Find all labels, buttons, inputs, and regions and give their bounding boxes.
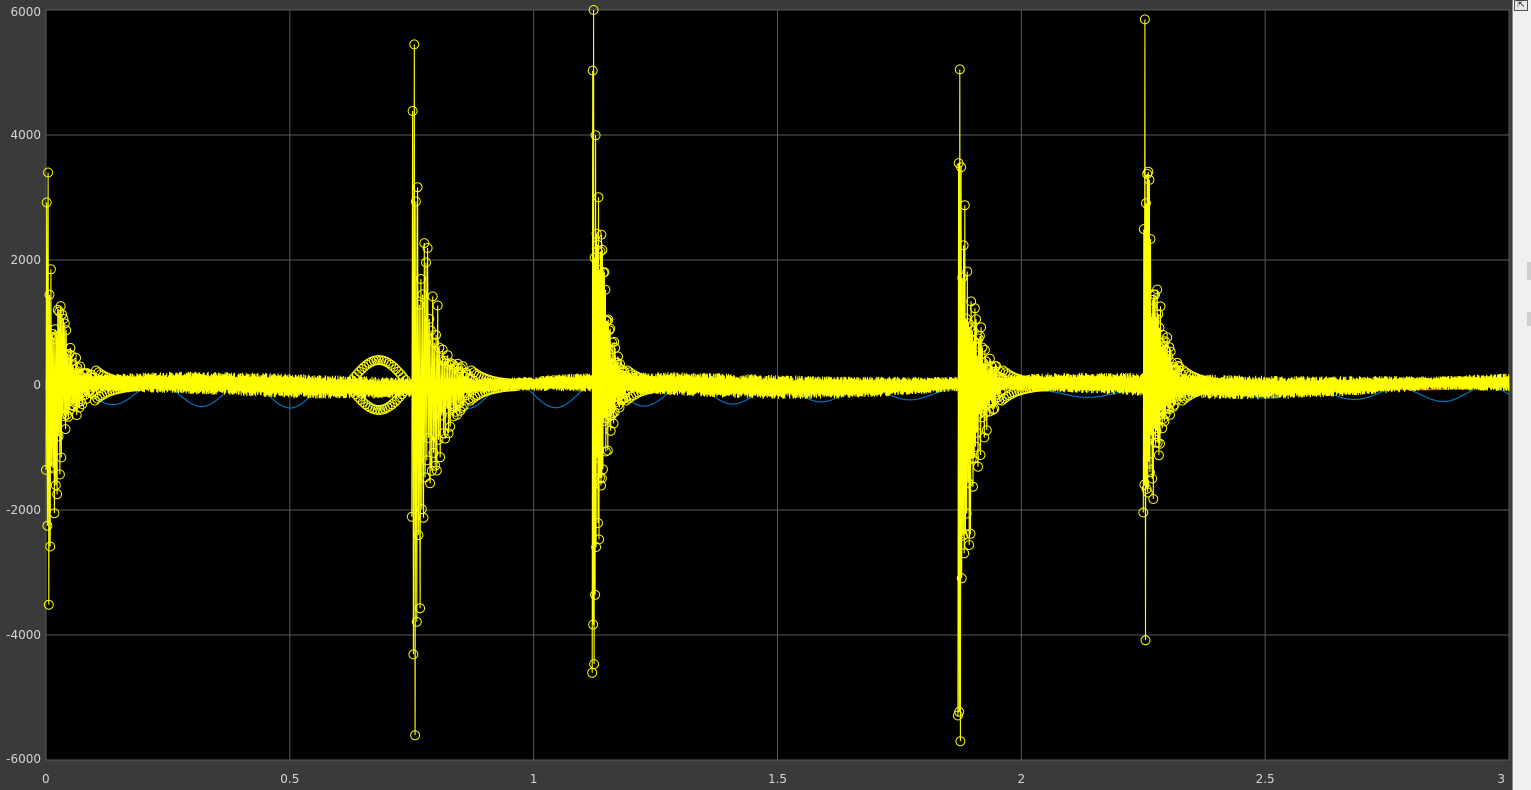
x-tick-label: 1.5 — [768, 772, 787, 786]
y-tick-label: 2000 — [10, 253, 41, 267]
x-tick-label: 2.5 — [1256, 772, 1275, 786]
side-panel-marker — [1527, 312, 1531, 326]
y-tick-label: 4000 — [10, 128, 41, 142]
y-tick-label: 0 — [33, 378, 41, 392]
side-panel-marker — [1527, 262, 1531, 280]
restore-button[interactable]: ⇱ — [1514, 0, 1528, 11]
y-tick-label: 6000 — [10, 5, 41, 19]
restore-icon: ⇱ — [1517, 0, 1525, 10]
x-tick-label: 0.5 — [280, 772, 299, 786]
time-scope-plot[interactable]: 0 0.5 1 1.5 2 2.5 3 -6000 -4000 -2000 0 2000 4000 600… — [0, 0, 1512, 790]
x-tick-label: 1 — [530, 772, 538, 786]
y-tick-label: -4000 — [6, 628, 41, 642]
x-tick-label: 2 — [1018, 772, 1026, 786]
scope-window: 0 0.5 1 1.5 2 2.5 3 -6000 -4000 -2000 0 2000 4000 600… — [0, 0, 1531, 790]
y-tick-label: -6000 — [6, 752, 41, 766]
x-tick-label: 3 — [1497, 772, 1505, 786]
y-tick-label: -2000 — [6, 503, 41, 517]
side-panel-strip — [1512, 0, 1531, 790]
x-tick-label: 0 — [42, 772, 50, 786]
